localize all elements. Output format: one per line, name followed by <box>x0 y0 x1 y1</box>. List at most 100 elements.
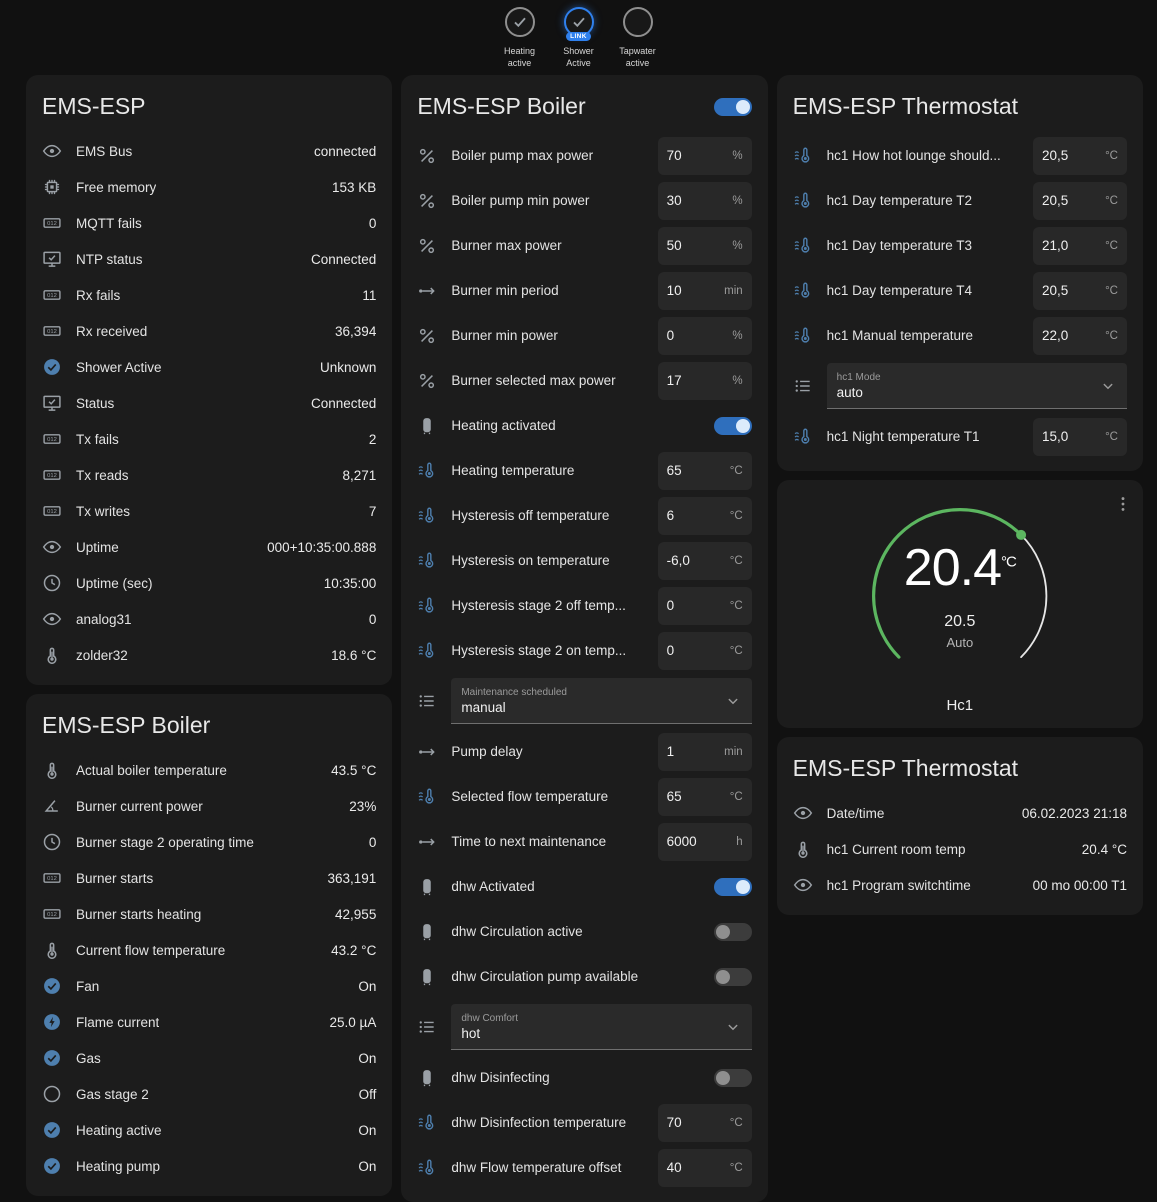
select-label: hc1 Mode <box>837 372 1099 383</box>
toggle-switch[interactable] <box>714 923 752 941</box>
select-value: manual <box>461 700 723 715</box>
eye-icon <box>793 803 813 823</box>
number-value: -6,0 <box>667 553 690 568</box>
dial-mode-buttons <box>777 668 1143 688</box>
number-input[interactable]: 70 % <box>658 137 752 175</box>
entity-label: Uptime (sec) <box>76 576 153 591</box>
status-badge[interactable]: Tapwater active <box>610 7 666 69</box>
number-input[interactable]: 1 min <box>658 733 752 771</box>
entity-row[interactable]: 012 Tx reads 8,271 <box>26 457 392 493</box>
entity-row[interactable]: Heating active On <box>26 1112 392 1148</box>
entity-row[interactable]: 012 Tx fails 2 <box>26 421 392 457</box>
check-circle-icon <box>42 1048 62 1068</box>
entity-row[interactable]: hc1 Current room temp 20.4 °C <box>777 831 1143 867</box>
number-input[interactable]: 6 °C <box>658 497 752 535</box>
card-master-toggle[interactable] <box>714 98 752 116</box>
select-input[interactable]: hc1 Mode auto <box>827 363 1127 409</box>
entity-row[interactable]: Uptime (sec) 10:35:00 <box>26 565 392 601</box>
number-input[interactable]: 0 °C <box>658 632 752 670</box>
entity-row[interactable]: Date/time 06.02.2023 21:18 <box>777 795 1143 831</box>
entity-label: Burner starts heating <box>76 907 201 922</box>
toggle-switch[interactable] <box>714 1069 752 1087</box>
toggle-switch[interactable] <box>714 417 752 435</box>
select-input[interactable]: dhw Comfort hot <box>451 1004 751 1050</box>
ems-esp-boiler-controls-card: EMS-ESP Boiler Boiler pump max power 70 … <box>401 75 767 1202</box>
monitor-check-icon <box>42 393 62 413</box>
number-input[interactable]: 22,0 °C <box>1033 317 1127 355</box>
toggle-knob <box>716 925 730 939</box>
control-label: Heating activated <box>451 418 713 433</box>
number-input[interactable]: 17 % <box>658 362 752 400</box>
number-input[interactable]: 65 °C <box>658 452 752 490</box>
number-input[interactable]: 20,5 °C <box>1033 182 1127 220</box>
thermostat-dial[interactable]: 20.4°C 20.5 Auto <box>860 496 1060 676</box>
entity-row[interactable]: NTP status Connected <box>26 241 392 277</box>
entity-row[interactable]: Actual boiler temperature 43.5 °C <box>26 752 392 788</box>
number-value: 70 <box>667 148 682 163</box>
number-input[interactable]: 0 % <box>658 317 752 355</box>
entity-row[interactable]: 012 Rx received 36,394 <box>26 313 392 349</box>
control-row: Burner min power 0 % <box>401 313 767 358</box>
list-icon <box>793 376 813 396</box>
entity-label: Tx fails <box>76 432 119 447</box>
number-input[interactable]: 21,0 °C <box>1033 227 1127 265</box>
entity-value: 0 <box>359 835 377 850</box>
entity-row[interactable]: Status Connected <box>26 385 392 421</box>
number-input[interactable]: 0 °C <box>658 587 752 625</box>
number-input[interactable]: 50 % <box>658 227 752 265</box>
entity-row[interactable]: 012 Burner starts 363,191 <box>26 860 392 896</box>
number-unit: °C <box>1099 285 1118 297</box>
number-unit: °C <box>724 555 743 567</box>
number-input[interactable]: 20,5 °C <box>1033 272 1127 310</box>
entity-label: Date/time <box>827 806 885 821</box>
entity-row[interactable]: Current flow temperature 43.2 °C <box>26 932 392 968</box>
control-row: Pump delay 1 min <box>401 729 767 774</box>
entity-row[interactable]: 012 MQTT fails 0 <box>26 205 392 241</box>
control-label: Hysteresis stage 2 on temp... <box>451 643 657 658</box>
entity-row[interactable]: Gas On <box>26 1040 392 1076</box>
number-input[interactable]: 40 °C <box>658 1149 752 1187</box>
entity-row[interactable]: Fan On <box>26 968 392 1004</box>
select-input[interactable]: Maintenance scheduled manual <box>451 678 751 724</box>
entity-row[interactable]: EMS Bus connected <box>26 133 392 169</box>
entity-row[interactable]: Gas stage 2 Off <box>26 1076 392 1112</box>
control-label: Hysteresis on temperature <box>451 553 657 568</box>
number-input[interactable]: -6,0 °C <box>658 542 752 580</box>
number-input[interactable]: 30 % <box>658 182 752 220</box>
entity-value: 8,271 <box>333 468 377 483</box>
entity-value: Connected <box>301 396 376 411</box>
kebab-menu-icon[interactable] <box>1113 494 1133 514</box>
number-input[interactable]: 65 °C <box>658 778 752 816</box>
toggle-switch[interactable] <box>714 968 752 986</box>
toggle-switch[interactable] <box>714 878 752 896</box>
number-input[interactable]: 70 °C <box>658 1104 752 1142</box>
entity-label: Rx received <box>76 324 147 339</box>
status-badge[interactable]: LINK Shower Active <box>551 7 607 69</box>
entity-row[interactable]: Burner current power 23% <box>26 788 392 824</box>
entity-row[interactable]: 012 Tx writes 7 <box>26 493 392 529</box>
control-label: Hysteresis stage 2 off temp... <box>451 598 657 613</box>
entity-row[interactable]: Heating pump On <box>26 1148 392 1184</box>
entity-row[interactable]: hc1 Program switchtime 00 mo 00:00 T1 <box>777 867 1143 903</box>
entity-row[interactable]: Uptime 000+10:35:00.888 <box>26 529 392 565</box>
entity-row[interactable]: analog31 0 <box>26 601 392 637</box>
number-input[interactable]: 10 min <box>658 272 752 310</box>
number-input[interactable]: 15,0 °C <box>1033 418 1127 456</box>
entity-row[interactable]: Flame current 25.0 µA <box>26 1004 392 1040</box>
number-value: 20,5 <box>1042 148 1068 163</box>
toggle-knob <box>736 880 750 894</box>
entity-row[interactable]: Free memory 153 KB <box>26 169 392 205</box>
entity-row[interactable]: Burner stage 2 operating time 0 <box>26 824 392 860</box>
number-unit: min <box>718 285 743 297</box>
status-badge[interactable]: Heating active <box>492 7 548 69</box>
entity-row[interactable]: Shower Active Unknown <box>26 349 392 385</box>
control-row: dhw Circulation pump available <box>401 954 767 999</box>
boiler-icon <box>417 877 437 897</box>
number-input[interactable]: 6000 h <box>658 823 752 861</box>
control-label: Hysteresis off temperature <box>451 508 657 523</box>
number-input[interactable]: 20,5 °C <box>1033 137 1127 175</box>
entity-row[interactable]: 012 Rx fails 11 <box>26 277 392 313</box>
entity-row[interactable]: zolder32 18.6 °C <box>26 637 392 673</box>
entity-row[interactable]: 012 Burner starts heating 42,955 <box>26 896 392 932</box>
number-unit: % <box>726 150 742 162</box>
